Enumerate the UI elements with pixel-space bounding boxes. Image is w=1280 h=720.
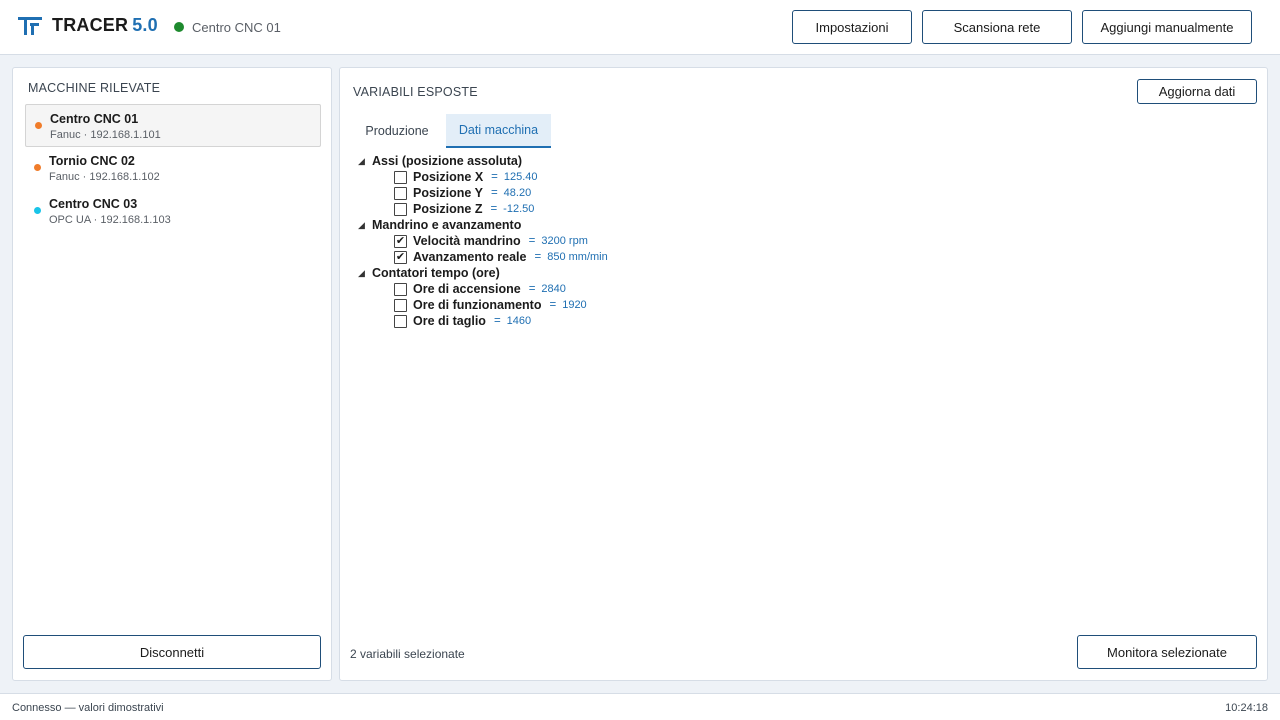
machines-panel: MACCHINE RILEVATE Centro CNC 01 Fanuc · … xyxy=(12,67,332,681)
app-version: 5.0 xyxy=(132,15,158,35)
variables-tree: ◢ Assi (posizione assoluta) Posizione X … xyxy=(358,153,608,329)
variables-panel: VARIABILI ESPOSTE Aggiorna dati Produzio… xyxy=(339,67,1268,681)
variable-name: Avanzamento reale xyxy=(413,250,527,264)
variable-checkbox[interactable] xyxy=(394,170,407,184)
equals-sign: = xyxy=(549,299,557,311)
variable-row[interactable]: ✔ Avanzamento reale = 850 mm/min xyxy=(358,249,608,265)
group-label: Mandrino e avanzamento xyxy=(372,218,522,232)
equals-sign: = xyxy=(493,315,501,327)
variable-row[interactable]: Ore di funzionamento = 1920 xyxy=(358,297,608,313)
connected-machine-label: Centro CNC 01 xyxy=(192,20,281,35)
machine-item-tornio-cnc-02[interactable]: Tornio CNC 02 Fanuc · 192.168.1.102 xyxy=(25,147,321,190)
selected-count-label: 2 variabili selezionate xyxy=(350,647,465,661)
variable-name: Posizione Z xyxy=(413,202,483,216)
expanded-caret-icon[interactable]: ◢ xyxy=(358,156,372,167)
machine-name: Centro CNC 01 xyxy=(50,112,139,126)
variable-checkbox[interactable] xyxy=(394,298,407,312)
equals-sign: = xyxy=(528,283,536,295)
group-label: Contatori tempo (ore) xyxy=(372,266,500,280)
machine-name: Tornio CNC 02 xyxy=(49,154,135,168)
machine-detail: Fanuc · 192.168.1.101 xyxy=(50,129,161,141)
status-text: Connesso — valori dimostrativi xyxy=(12,702,164,714)
tab-produzione[interactable]: Produzione xyxy=(353,114,441,148)
equals-sign: = xyxy=(528,235,536,247)
variable-name: Ore di accensione xyxy=(413,282,521,296)
variable-row[interactable]: Posizione X = 125.40 xyxy=(358,169,608,185)
tree-group-contatori[interactable]: ◢ Contatori tempo (ore) xyxy=(358,265,608,281)
variable-name: Ore di taglio xyxy=(413,314,486,328)
variable-value: 2840 xyxy=(541,283,566,295)
tree-group-mandrino[interactable]: ◢ Mandrino e avanzamento xyxy=(358,217,608,233)
variable-checkbox-checked[interactable]: ✔ xyxy=(394,250,407,264)
variable-checkbox[interactable] xyxy=(394,202,407,216)
machine-item-centro-cnc-03[interactable]: Centro CNC 03 OPC UA · 192.168.1.103 xyxy=(25,190,321,233)
variable-value: -12.50 xyxy=(503,203,535,215)
connection-status-dot xyxy=(174,22,184,32)
machine-item-centro-cnc-01[interactable]: Centro CNC 01 Fanuc · 192.168.1.101 xyxy=(25,104,321,147)
add-manually-button[interactable]: Aggiungi manualmente xyxy=(1082,10,1252,44)
status-bar: Connesso — valori dimostrativi 10:24:18 xyxy=(0,693,1280,720)
equals-sign: = xyxy=(534,251,542,263)
app-name: TRACER xyxy=(52,15,129,35)
machines-panel-title: MACCHINE RILEVATE xyxy=(28,81,161,95)
group-label: Assi (posizione assoluta) xyxy=(372,154,523,168)
variable-row[interactable]: ✔ Velocità mandrino = 3200 rpm xyxy=(358,233,608,249)
monitor-selected-button[interactable]: Monitora selezionate xyxy=(1077,635,1257,669)
tab-dati-macchina[interactable]: Dati macchina xyxy=(446,114,551,148)
variable-row[interactable]: Posizione Y = 48.20 xyxy=(358,185,608,201)
status-time: 10:24:18 xyxy=(1225,702,1268,714)
equals-sign: = xyxy=(490,203,498,215)
variable-name: Posizione Y xyxy=(413,186,483,200)
equals-sign: = xyxy=(490,187,498,199)
variable-value: 1920 xyxy=(562,299,587,311)
refresh-data-button[interactable]: Aggiorna dati xyxy=(1137,79,1257,104)
app-title: TRACER 5.0 xyxy=(52,15,158,36)
variable-value: 48.20 xyxy=(503,187,532,199)
machine-detail: Fanuc · 192.168.1.102 xyxy=(49,171,160,183)
expanded-caret-icon[interactable]: ◢ xyxy=(358,268,372,279)
scan-network-button[interactable]: Scansiona rete xyxy=(922,10,1072,44)
settings-button[interactable]: Impostazioni xyxy=(792,10,912,44)
equals-sign: = xyxy=(491,171,498,183)
variable-row[interactable]: Posizione Z = -12.50 xyxy=(358,201,608,217)
disconnect-button[interactable]: Disconnetti xyxy=(23,635,321,669)
expanded-caret-icon[interactable]: ◢ xyxy=(358,220,372,231)
variable-checkbox[interactable] xyxy=(394,186,407,200)
variable-value: 850 mm/min xyxy=(547,251,608,263)
variable-row[interactable]: Ore di taglio = 1460 xyxy=(358,313,608,329)
app-header: TRACER 5.0 Centro CNC 01 Impostazioni Sca… xyxy=(0,0,1280,55)
machine-name: Centro CNC 03 xyxy=(49,197,138,211)
variable-value: 1460 xyxy=(506,315,532,327)
machine-status-dot xyxy=(35,122,42,129)
variables-panel-title: VARIABILI ESPOSTE xyxy=(353,85,478,99)
machine-status-dot xyxy=(34,207,41,214)
variable-value: 125.40 xyxy=(503,171,538,183)
variable-checkbox-checked[interactable]: ✔ xyxy=(394,234,407,248)
variable-name: Velocità mandrino xyxy=(413,234,521,248)
machine-detail: OPC UA · 192.168.1.103 xyxy=(49,214,171,226)
tree-group-assi[interactable]: ◢ Assi (posizione assoluta) xyxy=(358,153,608,169)
variable-name: Posizione X xyxy=(413,170,484,184)
variable-checkbox[interactable] xyxy=(394,314,407,328)
tracer-logo-icon xyxy=(18,17,42,35)
variable-value: 3200 rpm xyxy=(541,235,588,247)
variable-name: Ore di funzionamento xyxy=(413,298,542,312)
variable-checkbox[interactable] xyxy=(394,282,407,296)
variable-row[interactable]: Ore di accensione = 2840 xyxy=(358,281,608,297)
machine-status-dot xyxy=(34,164,41,171)
